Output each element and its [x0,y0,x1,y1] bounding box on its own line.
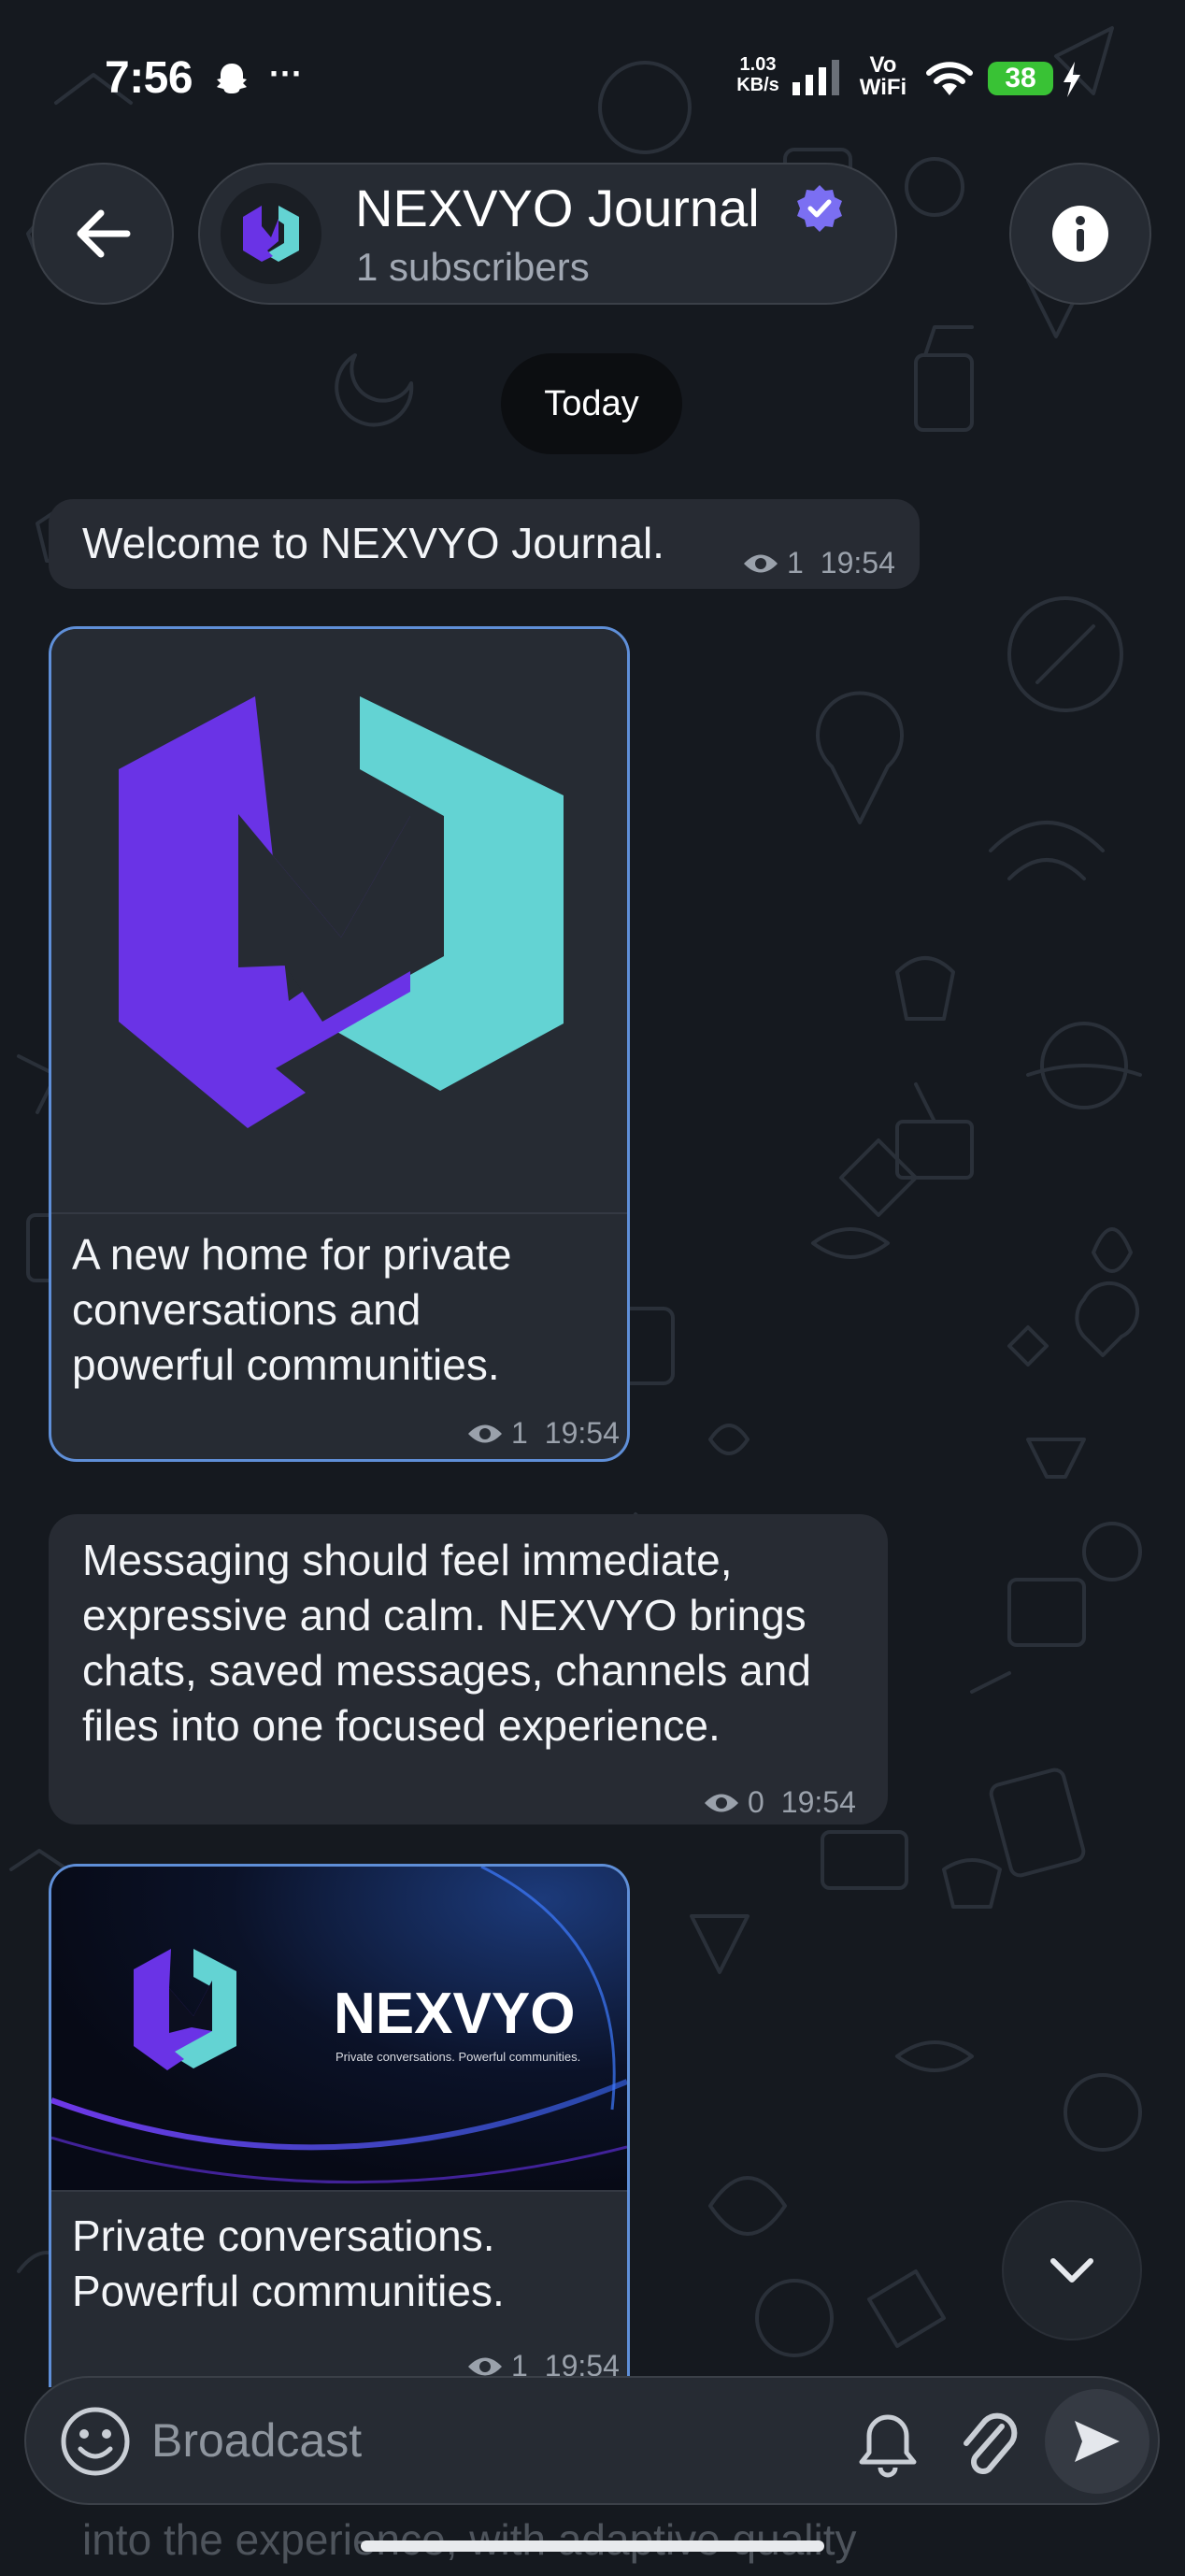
photo-message[interactable]: NEXVYO Private conversations. Powerful c… [49,1864,630,2387]
battery-level: 38 [988,62,1053,95]
partial-message-text: into the experience, with adaptive quali… [82,2515,857,2564]
vowifi-indicator: Vo WiFi [852,54,914,99]
info-icon [1052,206,1108,262]
verified-badge-icon [797,185,842,232]
views-eye-icon [468,2357,502,2375]
net-speed: 1.03 KB/s [735,54,781,95]
caption-line: Powerful communities. [72,2267,505,2315]
message-line: files into one focused experience. [82,1701,721,1750]
status-bar: 7:56 ··· 1.03 KB/s Vo WiFi 38 [0,0,1185,159]
message-meta: 1 19:54 [466,1416,620,1451]
chevron-down-icon [1050,2258,1093,2283]
home-indicator [361,2540,824,2552]
snapchat-icon [217,64,247,93]
message-time: 19:54 [780,1785,856,1819]
message-meta: 0 19:54 [703,1785,856,1820]
caption-line: conversations and [72,1285,421,1334]
broadcast-input[interactable]: Broadcast [151,2413,362,2468]
views-eye-icon [744,554,778,572]
subscriber-count: 1 subscribers [356,245,590,289]
nexvyo-logo-image[interactable] [51,629,627,1212]
message-meta: 1 19:54 [742,546,895,580]
back-button[interactable] [32,163,174,305]
send-icon [1075,2421,1120,2462]
view-count: 1 [511,1416,528,1450]
vo-label: Vo [869,52,897,78]
message-line: chats, saved messages, channels and [82,1646,811,1695]
status-more-icon: ··· [269,54,303,93]
caption-line: A new home for private [72,1230,512,1279]
caption-line: powerful communities. [72,1340,500,1389]
channel-info-button[interactable] [1009,163,1151,305]
charging-icon [1064,62,1080,97]
message-text: Messaging should feel immediate, express… [82,1533,877,1753]
photo-caption: A new home for private conversations and… [72,1227,614,1393]
back-arrow-icon [77,209,131,258]
view-count: 0 [748,1785,764,1819]
banner-brand: NEXVYO [334,1982,575,2046]
status-time: 7:56 [105,53,193,103]
message-time: 19:54 [544,1416,620,1450]
channel-title: NEXVYO Journal [355,179,760,237]
notification-bell-icon[interactable] [856,2411,920,2479]
net-speed-unit: KB/s [736,75,779,95]
nexvyo-banner-image[interactable]: NEXVYO Private conversations. Powerful c… [51,1867,627,2190]
message-line: Messaging should feel immediate, [82,1536,733,1584]
net-speed-value: 1.03 [739,54,777,75]
attachment-icon[interactable] [959,2406,1019,2481]
cell-signal-icon [792,60,839,95]
send-button[interactable] [1045,2389,1149,2494]
wifi-label: WiFi [859,75,907,100]
views-eye-icon [705,1794,738,1811]
caption-line: Private conversations. [72,2211,495,2260]
channel-avatar[interactable] [221,183,321,284]
scroll-to-bottom-button[interactable] [1002,2200,1142,2340]
photo-message[interactable]: A new home for private conversations and… [49,626,630,1462]
message-text: Welcome to NEXVYO Journal. [82,519,664,567]
banner-tagline: Private conversations. Powerful communit… [336,2050,580,2064]
photo-caption: Private conversations. Powerful communit… [72,2209,614,2319]
wifi-icon [926,62,973,95]
message-time: 19:54 [820,546,895,580]
emoji-icon[interactable] [58,2404,133,2479]
views-eye-icon [468,1424,502,1442]
view-count: 1 [787,546,804,580]
message-line: expressive and calm. NEXVYO brings [82,1591,807,1639]
date-separator: Today [501,353,682,454]
